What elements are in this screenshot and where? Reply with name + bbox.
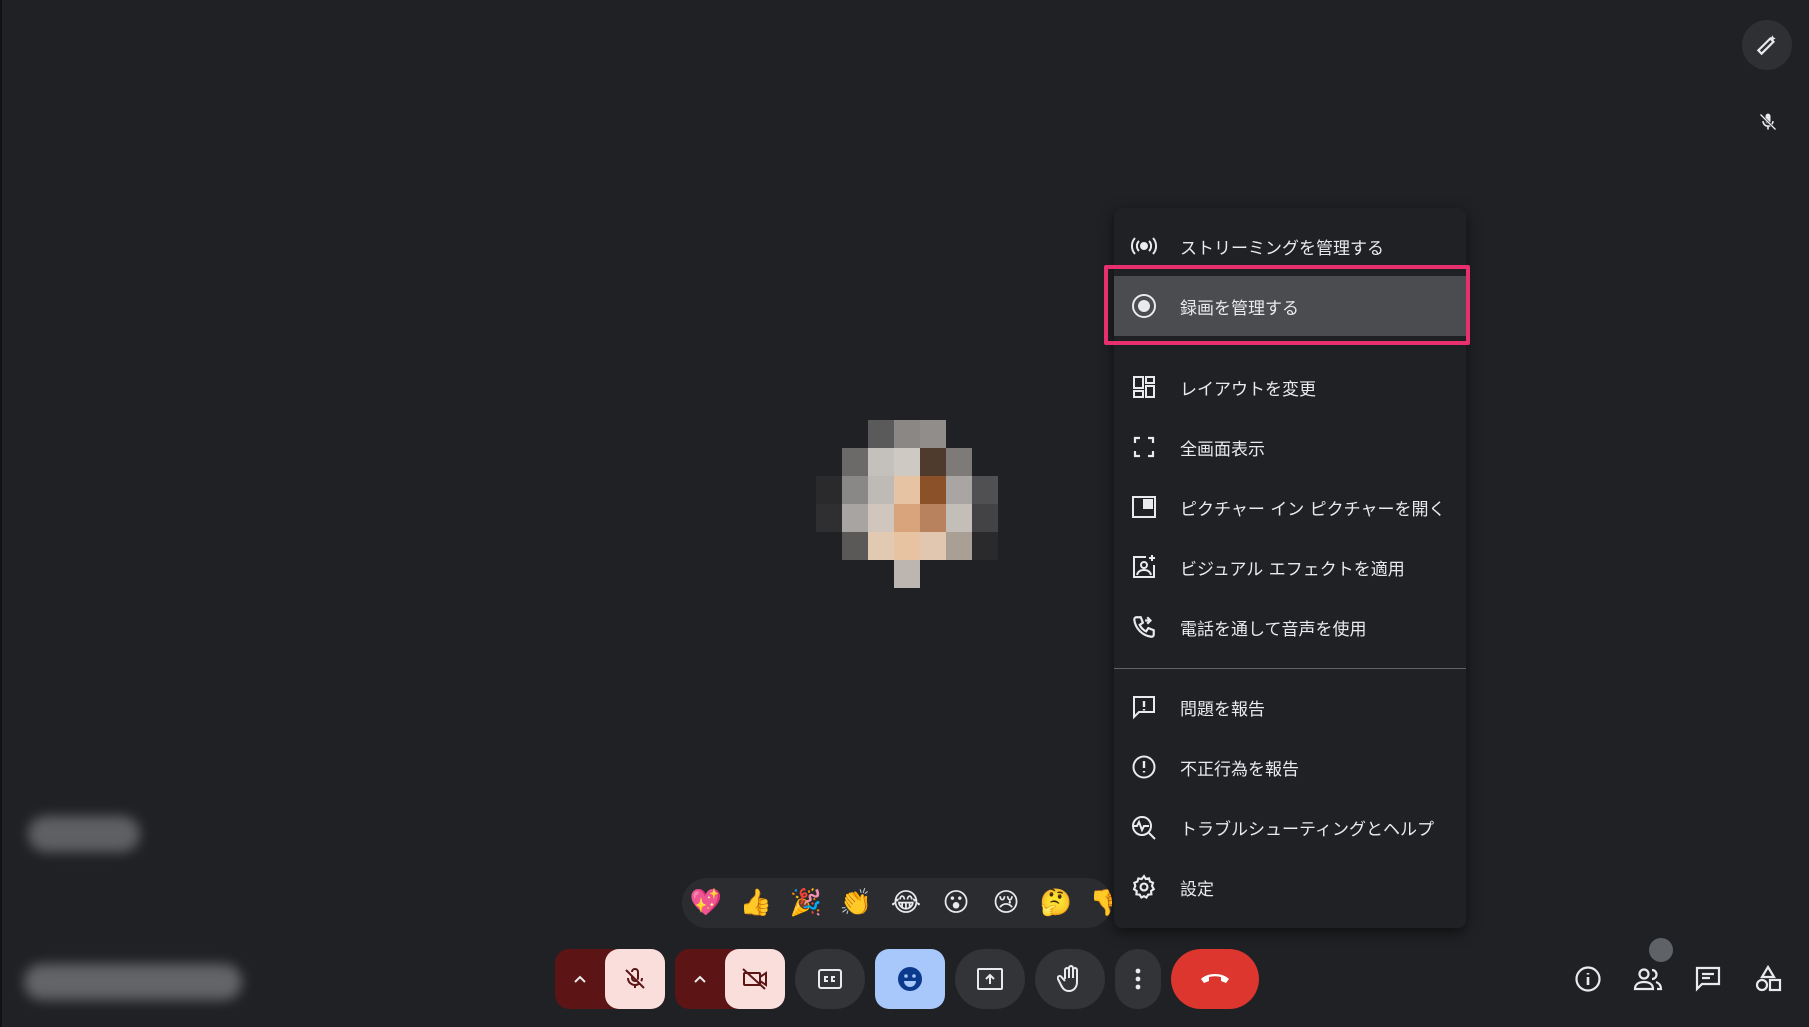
layout-icon: [1130, 373, 1158, 401]
more-vert-icon: [1135, 968, 1141, 990]
menu-item-settings[interactable]: 設定: [1114, 857, 1466, 917]
chat-icon: [1695, 966, 1721, 992]
call-end-icon: [1201, 974, 1229, 983]
picture-in-picture-icon: [1130, 493, 1158, 521]
mic-muted-indicator: [1752, 106, 1784, 138]
menu-item-label: トラブルシューティングとヘルプ: [1180, 819, 1434, 840]
visual-effects-icon: [1130, 553, 1158, 581]
menu-item-label: ビジュアル エフェクトを適用: [1180, 559, 1405, 580]
menu-item-change-layout[interactable]: レイアウトを変更: [1114, 357, 1466, 417]
camera-control-group: [675, 949, 785, 1009]
reaction-crying[interactable]: 😢: [988, 886, 1024, 920]
activities-icon: [1755, 965, 1782, 992]
present-screen-icon: [977, 968, 1003, 990]
menu-item-label: ピクチャー イン ピクチャーを開く: [1180, 499, 1446, 520]
participant-name-blurred: [28, 816, 140, 852]
menu-item-label: 全画面表示: [1180, 439, 1265, 460]
menu-item-label: 問題を報告: [1180, 699, 1265, 720]
hand-icon: [1057, 965, 1078, 993]
troubleshoot-icon: [1130, 813, 1158, 841]
menu-item-label: 設定: [1180, 879, 1214, 900]
gear-icon: [1130, 873, 1158, 901]
meeting-info-blurred: [24, 964, 242, 1000]
reaction-tears-of-joy[interactable]: 😂: [888, 886, 924, 920]
menu-item-label: 不正行為を報告: [1180, 759, 1299, 780]
captions-button[interactable]: [795, 949, 865, 1009]
fullscreen-icon: [1130, 433, 1158, 461]
video-off-icon: [742, 968, 767, 990]
camera-toggle-button[interactable]: [725, 949, 785, 1009]
more-options-button[interactable]: [1115, 949, 1161, 1009]
menu-item-visual-effects[interactable]: ビジュアル エフェクトを適用: [1114, 537, 1466, 597]
audio-options-button[interactable]: [555, 949, 605, 1009]
window-edge: [0, 0, 2, 1027]
menu-item-fullscreen[interactable]: 全画面表示: [1114, 417, 1466, 477]
reaction-thumbs-down[interactable]: 👎: [1088, 886, 1112, 920]
mic-off-icon: [625, 968, 645, 989]
info-icon: [1575, 966, 1601, 992]
meeting-details-button[interactable]: [1568, 959, 1608, 999]
menu-item-label: ストリーミングを管理する: [1180, 238, 1384, 259]
closed-captions-icon: [818, 969, 842, 989]
chevron-up-icon: [574, 975, 586, 983]
reaction-clapping[interactable]: 👏: [838, 886, 874, 920]
mic-off-icon: [1759, 113, 1777, 131]
menu-item-label: 電話を通して音声を使用: [1180, 619, 1367, 640]
magic-pen-icon: [1756, 35, 1776, 56]
emoji-icon: [898, 967, 922, 991]
broadcast-icon: [1130, 232, 1158, 260]
video-options-button[interactable]: [675, 949, 725, 1009]
menu-item-report-problem[interactable]: 問題を報告: [1114, 677, 1466, 737]
alert-circle-icon: [1130, 753, 1158, 781]
menu-item-troubleshooting[interactable]: トラブルシューティングとヘルプ: [1114, 797, 1466, 857]
mic-control-group: [555, 949, 665, 1009]
participant-avatar: [815, 420, 1005, 588]
mic-toggle-button[interactable]: [605, 949, 665, 1009]
chevron-up-icon: [694, 975, 706, 983]
reaction-party-popper[interactable]: 🎉: [788, 886, 824, 920]
present-now-button[interactable]: [955, 949, 1025, 1009]
chat-button[interactable]: [1688, 959, 1728, 999]
leave-call-button[interactable]: [1171, 949, 1259, 1009]
people-button[interactable]: [1628, 959, 1668, 999]
phone-forward-icon: [1130, 613, 1158, 641]
reaction-surprised[interactable]: 😮: [938, 886, 974, 920]
menu-item-label: レイアウトを変更: [1180, 379, 1316, 400]
send-reaction-button[interactable]: [875, 949, 945, 1009]
reaction-thumbs-up[interactable]: 👍: [738, 886, 774, 920]
feedback-icon: [1130, 693, 1158, 721]
activities-button[interactable]: [1748, 959, 1788, 999]
menu-divider: [1114, 668, 1466, 669]
menu-item-report-abuse[interactable]: 不正行為を報告: [1114, 737, 1466, 797]
edit-effects-button[interactable]: [1742, 20, 1792, 70]
highlight-box: [1104, 265, 1470, 345]
raise-hand-button[interactable]: [1035, 949, 1105, 1009]
reaction-sparkling-heart[interactable]: 💖: [688, 886, 724, 920]
people-icon: [1633, 968, 1663, 991]
reactions-bar: 💖 👍 🎉 👏 😂 😮 😢 🤔 👎: [682, 878, 1112, 928]
reaction-thinking[interactable]: 🤔: [1038, 886, 1074, 920]
menu-item-phone-audio[interactable]: 電話を通して音声を使用: [1114, 597, 1466, 657]
menu-item-picture-in-picture[interactable]: ピクチャー イン ピクチャーを開く: [1114, 477, 1466, 537]
